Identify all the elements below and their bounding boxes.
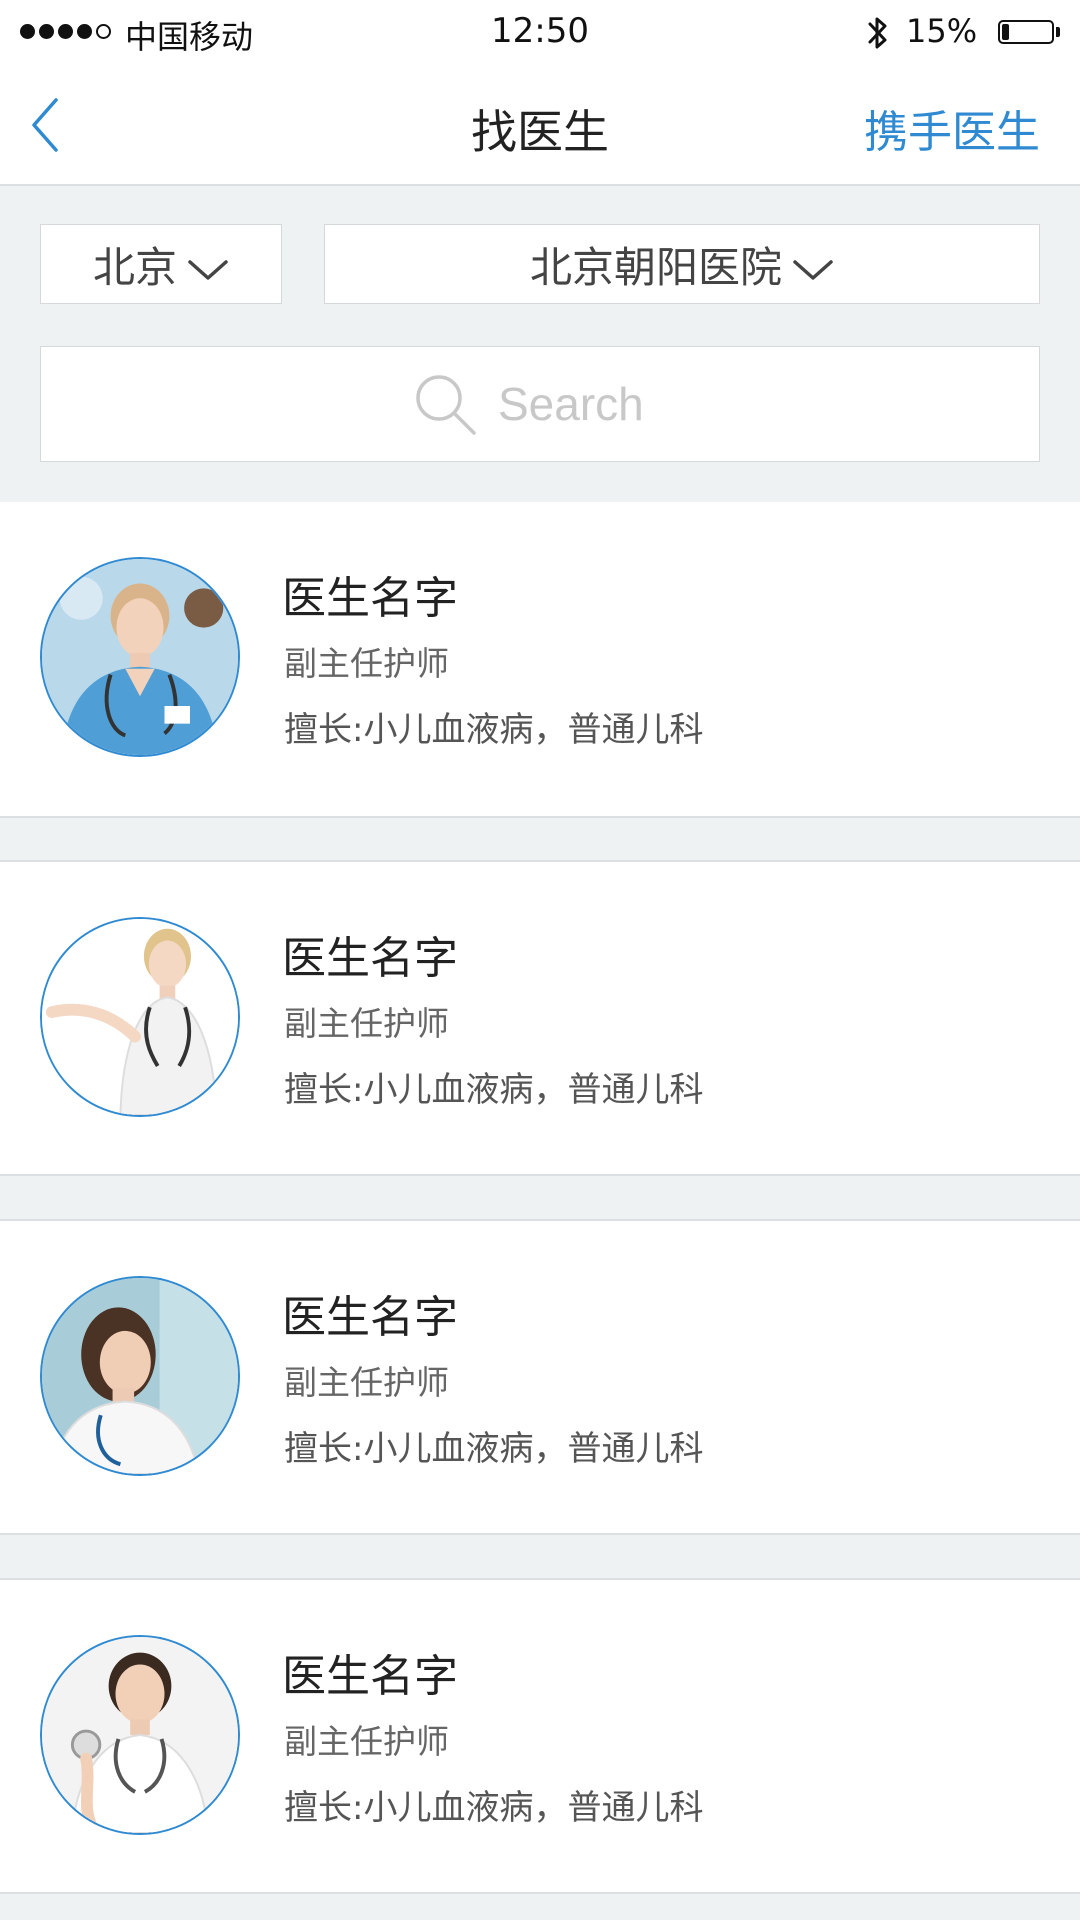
hospital-dropdown-label: 北京朝阳医院 — [529, 242, 782, 292]
doctor-avatar — [40, 1635, 240, 1835]
doctor-name: 医生名字 — [282, 933, 458, 984]
doctor-name: 医生名字 — [282, 1292, 458, 1343]
search-icon — [416, 375, 476, 435]
hospital-dropdown[interactable]: 北京朝阳医院 — [324, 224, 1040, 304]
filter-area: 北京 北京朝阳医院 — [0, 186, 1080, 504]
doctor-list-item[interactable]: 医生名字 副主任护师 擅长:小儿血液病，普通儿科 — [0, 1219, 1080, 1535]
search-input[interactable] — [498, 377, 668, 431]
search-bar[interactable] — [40, 346, 1040, 462]
city-dropdown[interactable]: 北京 — [40, 224, 282, 304]
partner-doctor-button[interactable]: 携手医生 — [864, 96, 1040, 160]
doctor-title: 副主任护师 — [284, 644, 449, 683]
doctor-title: 副主任护师 — [284, 1722, 449, 1761]
chevron-down-icon — [793, 260, 833, 280]
doctor-title: 副主任护师 — [284, 1004, 449, 1043]
doctor-title: 副主任护师 — [284, 1363, 449, 1402]
doctor-name: 医生名字 — [282, 1651, 458, 1702]
navigation-bar: 找医生 携手医生 — [0, 66, 1080, 186]
doctor-photo — [42, 559, 238, 755]
doctor-avatar — [40, 1276, 240, 1476]
doctor-specialty: 擅长:小儿血液病，普通儿科 — [284, 1788, 704, 1828]
doctor-list-item[interactable]: 医生名字 副主任护师 擅长:小儿血液病，普通儿科 — [0, 502, 1080, 818]
city-dropdown-label: 北京 — [92, 242, 177, 292]
doctor-photo — [42, 1637, 238, 1833]
chevron-down-icon — [188, 260, 228, 280]
doctor-avatar — [40, 557, 240, 757]
doctor-photo — [42, 919, 238, 1115]
doctor-avatar — [40, 917, 240, 1117]
status-bar: 中国移动 12:50 15% — [0, 0, 1080, 66]
doctor-name: 医生名字 — [282, 573, 458, 624]
doctor-specialty: 擅长:小儿血液病，普通儿科 — [284, 710, 704, 750]
doctor-list-item[interactable]: 医生名字 副主任护师 擅长:小儿血液病，普通儿科 — [0, 860, 1080, 1176]
doctor-photo — [42, 1278, 238, 1474]
battery-cap — [1056, 27, 1060, 37]
doctor-specialty: 擅长:小儿血液病，普通儿科 — [284, 1429, 704, 1469]
battery-level-fill — [1002, 24, 1009, 40]
battery-icon — [998, 20, 1054, 44]
battery-percentage: 15% — [906, 12, 978, 50]
bluetooth-icon — [868, 17, 887, 49]
doctor-specialty: 擅长:小儿血液病，普通儿科 — [284, 1070, 704, 1110]
doctor-list-item[interactable]: 医生名字 副主任护师 擅长:小儿血液病，普通儿科 — [0, 1578, 1080, 1894]
